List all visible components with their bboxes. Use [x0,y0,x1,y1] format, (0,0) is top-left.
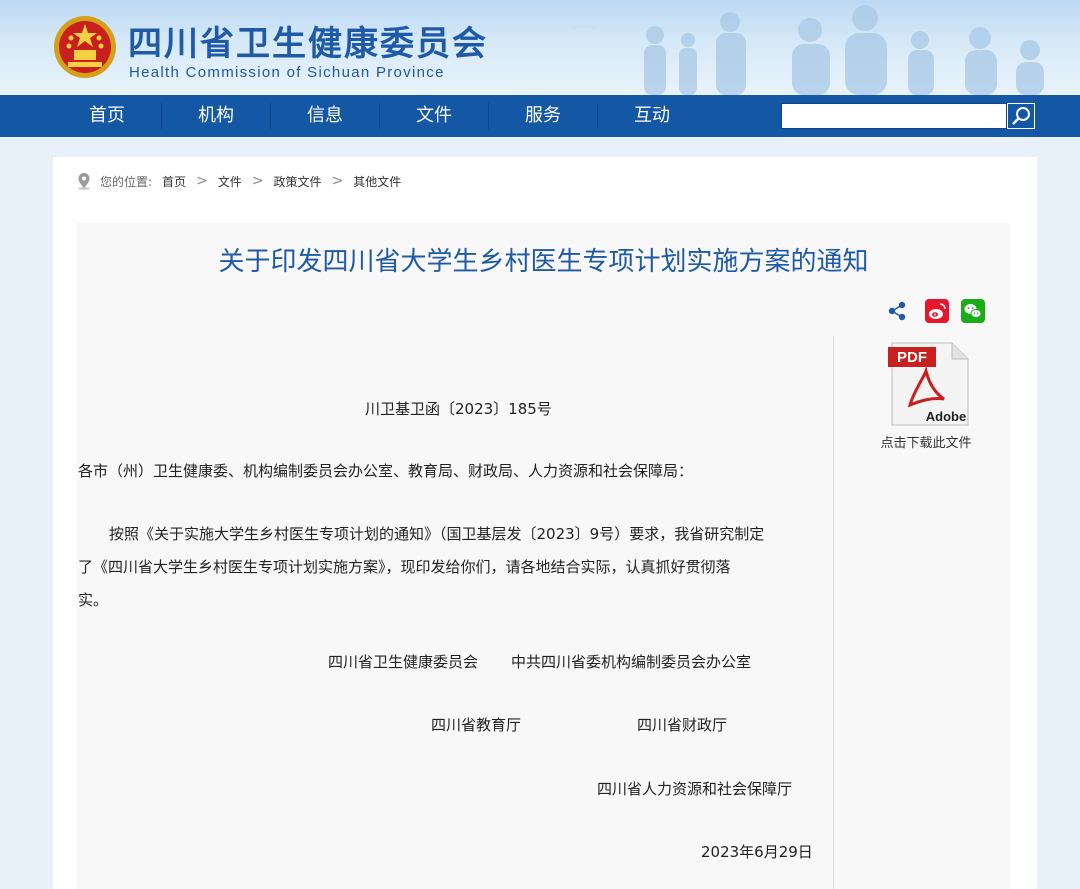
document-number: 川卫基卫函〔2023〕185号 [365,400,552,418]
search-input[interactable] [781,103,1007,129]
site-header: 四川省卫生健康委员会 Health Commission of Sichuan … [0,0,1080,95]
nav-item-interaction[interactable]: 互动 [598,95,706,137]
svg-text:Adobe: Adobe [926,409,966,424]
svg-text:PDF: PDF [897,349,927,366]
body-paragraph-line: 了《四川省大学生乡村医生专项计划实施方案》，现印发给你们，请各地结合实际，认真抓… [78,558,731,576]
search-button[interactable] [1007,103,1035,129]
location-pin-icon [78,173,90,190]
breadcrumb: 您的位置: 首页 > 文件 > 政策文件 > 其他文件 [76,170,401,192]
download-file-label[interactable]: 点击下载此文件 [866,432,986,451]
nav-item-home[interactable]: 首页 [53,95,161,137]
breadcrumb-separator: > [251,173,264,189]
national-emblem-logo [54,16,116,78]
site-title-cn: 四川省卫生健康委员会 [128,24,488,64]
sidebar-divider [833,336,834,889]
signer: 四川省卫生健康委员会 [328,653,479,671]
body-paragraph-line: 按照《关于实施大学生乡村医生专项计划的通知》（国卫基层发〔2023〕9号）要求，… [109,525,765,543]
header-background-figures [570,5,1044,95]
breadcrumb-documents[interactable]: 文件 [218,173,242,190]
search-icon [1012,107,1030,125]
signer: 四川省人力资源和社会保障厅 [597,780,793,798]
share-icon[interactable] [886,299,910,323]
pdf-download-link[interactable]: PDF Adobe [880,341,972,427]
breadcrumb-home[interactable]: 首页 [162,173,186,190]
breadcrumb-separator: > [196,173,208,189]
article-title: 关于印发四川省大学生乡村医生专项计划实施方案的通知 [218,247,869,277]
nav-item-services[interactable]: 服务 [489,95,597,137]
wechat-icon[interactable] [961,299,985,323]
signer: 四川省教育厅 [431,716,522,734]
nav-item-organization[interactable]: 机构 [162,95,270,137]
recipients: 各市（州）卫生健康委、机构编制委员会办公室、教育局、财政局、人力资源和社会保障局… [78,462,694,480]
breadcrumb-label: 您的位置: [100,174,153,189]
breadcrumb-separator: > [331,173,344,189]
site-title-en: Health Commission of Sichuan Province [129,64,445,81]
signer: 中共四川省委机构编制委员会办公室 [511,653,752,671]
breadcrumb-policy-documents[interactable]: 政策文件 [274,173,322,190]
pdf-icon: PDF Adobe [888,342,969,426]
nav-item-documents[interactable]: 文件 [380,95,488,137]
nav-item-information[interactable]: 信息 [271,95,379,137]
signer: 四川省财政厅 [637,716,728,734]
breadcrumb-other-documents[interactable]: 其他文件 [353,173,401,190]
body-paragraph-line: 实。 [78,591,109,609]
document-date: 2023年6月29日 [701,843,813,861]
weibo-icon[interactable] [925,299,949,323]
